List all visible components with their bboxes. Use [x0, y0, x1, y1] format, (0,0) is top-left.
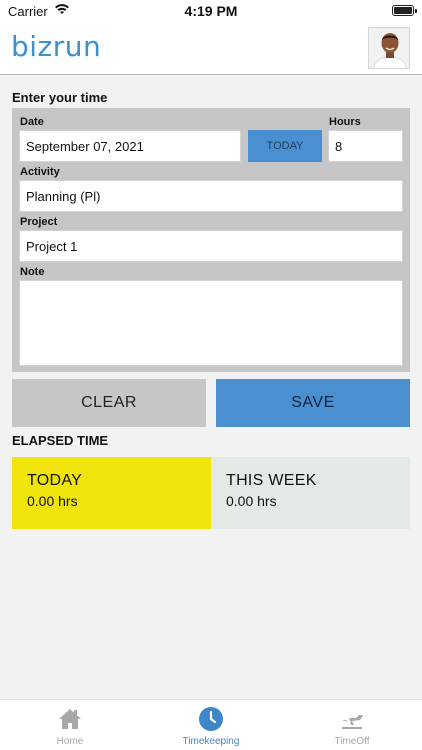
project-value: Project 1 [26, 238, 78, 254]
tab-timeoff[interactable]: TimeOff [282, 700, 422, 750]
tab-timekeeping-label: Timekeeping [182, 736, 240, 747]
today-elapsed-label: TODAY [27, 472, 83, 489]
tab-timeoff-label: TimeOff [334, 736, 370, 747]
clear-button[interactable]: CLEAR [12, 379, 206, 427]
hours-field[interactable]: 8 [328, 130, 403, 162]
elapsed-time-cards: TODAY 0.00 hrs THIS WEEK 0.00 hrs [12, 457, 410, 529]
status-bar: Carrier 4:19 PM [0, 0, 422, 22]
clock-icon [199, 707, 223, 731]
today-button[interactable]: TODAY [248, 130, 322, 162]
tab-home-label: Home [56, 736, 84, 747]
entry-section-title: Enter your time [12, 90, 108, 105]
activity-value: Planning (Pl) [26, 188, 101, 204]
today-elapsed-value: 0.00 hrs [27, 493, 78, 509]
user-avatar-icon [369, 28, 409, 68]
home-icon [59, 709, 81, 729]
time-entry-form: Date September 07, 2021 TODAY Hours 8 Ac… [12, 108, 410, 372]
status-time: 4:19 PM [184, 3, 238, 19]
bizrun-logo: bizrun [11, 30, 102, 63]
date-label: Date [20, 116, 44, 128]
date-field[interactable]: September 07, 2021 [19, 130, 241, 162]
week-elapsed-card: THIS WEEK 0.00 hrs [211, 457, 410, 529]
hours-value: 8 [335, 138, 343, 154]
note-label: Note [20, 266, 45, 278]
airplane-icon [342, 715, 363, 729]
note-textarea[interactable] [19, 280, 403, 366]
project-label: Project [20, 216, 58, 228]
week-elapsed-label: THIS WEEK [226, 472, 317, 489]
today-elapsed-card: TODAY 0.00 hrs [12, 457, 211, 529]
app-header: bizrun [0, 22, 422, 75]
elapsed-section-title: ELAPSED TIME [12, 433, 109, 448]
project-field[interactable]: Project 1 [19, 230, 403, 262]
tab-home[interactable]: Home [0, 700, 140, 750]
date-value: September 07, 2021 [26, 138, 144, 154]
save-button[interactable]: SAVE [216, 379, 410, 427]
avatar[interactable] [368, 27, 410, 69]
tab-bar: Home Timekeeping TimeOff [0, 699, 422, 750]
hours-label: Hours [329, 116, 361, 128]
tab-timekeeping[interactable]: Timekeeping [141, 700, 281, 750]
activity-field[interactable]: Planning (Pl) [19, 180, 403, 212]
activity-label: Activity [20, 166, 60, 178]
battery-icon [392, 5, 417, 16]
week-elapsed-value: 0.00 hrs [226, 493, 277, 509]
